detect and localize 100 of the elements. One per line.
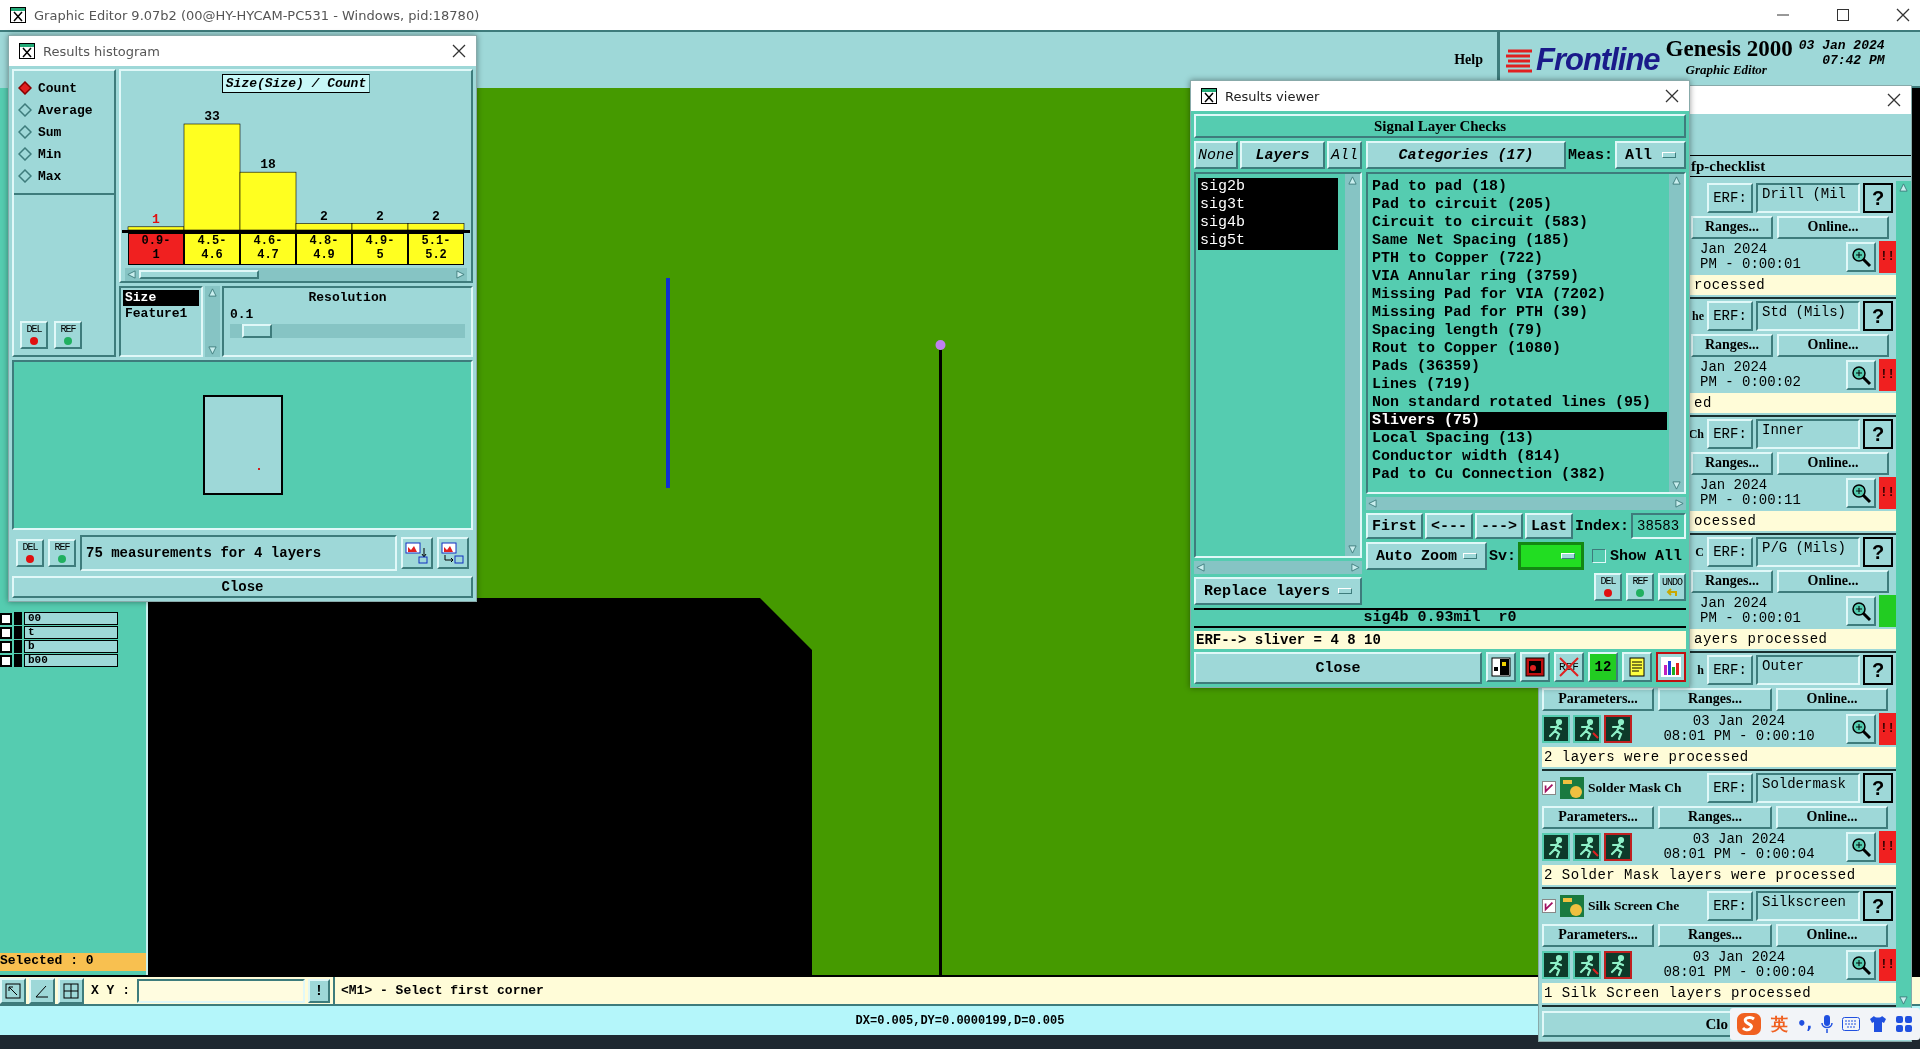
categories-header[interactable]: Categories (17) xyxy=(1366,141,1566,169)
zoom-mode-dropdown[interactable]: Auto Zoom xyxy=(1366,542,1487,570)
erf-field[interactable]: Silkscreen xyxy=(1756,891,1860,922)
check-button[interactable]: Online... xyxy=(1776,687,1888,711)
runner-icon[interactable] xyxy=(1542,951,1570,979)
layer-checkbox[interactable] xyxy=(0,626,12,639)
category-item[interactable]: Same Net Spacing (185) xyxy=(1370,232,1667,250)
layer-name[interactable]: t xyxy=(24,626,118,639)
nav-button[interactable]: Last xyxy=(1525,513,1574,539)
scrollbar[interactable] xyxy=(1194,561,1362,574)
category-item[interactable]: Pad to circuit (205) xyxy=(1370,196,1667,214)
layer-item[interactable]: sig5t xyxy=(1198,232,1338,250)
nav-button[interactable]: <--- xyxy=(1425,513,1474,539)
category-item[interactable]: Rout to Copper (1080) xyxy=(1370,340,1667,358)
check-button[interactable]: Ranges... xyxy=(1691,569,1773,593)
scrollbar[interactable] xyxy=(205,286,220,357)
diamond-radio-icon[interactable] xyxy=(18,103,32,117)
runner-icon[interactable] xyxy=(1604,951,1632,979)
radio-option[interactable]: Min xyxy=(18,143,110,165)
checkbox[interactable] xyxy=(1542,781,1556,796)
layer-item[interactable]: sig4b xyxy=(1198,214,1338,232)
keyboard-icon[interactable] xyxy=(1842,1017,1861,1031)
check-button[interactable]: Parameters... xyxy=(1542,687,1654,711)
histogram-button[interactable] xyxy=(1656,652,1686,682)
check-button[interactable]: Ranges... xyxy=(1658,687,1772,711)
angle-icon[interactable] xyxy=(29,977,55,1004)
category-item[interactable]: Conductor width (814) xyxy=(1370,448,1667,466)
menu-item[interactable]: Help xyxy=(1454,52,1483,68)
erf-button[interactable]: ERF: xyxy=(1707,773,1753,804)
check-button[interactable]: Online... xyxy=(1777,451,1889,475)
runner-icon[interactable] xyxy=(1604,833,1632,861)
erf-button[interactable]: ERF: xyxy=(1707,419,1753,450)
erf-field[interactable]: Outer xyxy=(1756,655,1860,686)
close-icon[interactable] xyxy=(452,44,466,58)
help-button[interactable]: ? xyxy=(1863,773,1893,804)
zoom-in-icon[interactable] xyxy=(1846,714,1876,744)
check-button[interactable]: Online... xyxy=(1777,569,1889,593)
maximize-icon[interactable] xyxy=(1836,8,1850,22)
check-button[interactable]: Online... xyxy=(1776,805,1888,829)
bin-label[interactable]: 4.5- 4.6 xyxy=(184,233,240,265)
report-icon[interactable] xyxy=(1622,652,1652,682)
layer-item[interactable]: sig3t xyxy=(1198,196,1338,214)
layer-name[interactable]: b00 xyxy=(24,654,118,667)
check-button[interactable]: Online... xyxy=(1777,333,1889,357)
scrollbar[interactable] xyxy=(1366,497,1686,510)
alert-button[interactable]: ! xyxy=(308,978,330,1003)
layer-checkbox[interactable] xyxy=(0,612,12,625)
help-button[interactable]: ? xyxy=(1863,183,1893,214)
diamond-radio-icon[interactable] xyxy=(18,147,32,161)
refresh-button[interactable]: REF xyxy=(54,321,82,349)
close-button[interactable]: Close xyxy=(12,576,473,598)
category-item[interactable]: Pad to pad (18) xyxy=(1370,178,1667,196)
checkbox[interactable] xyxy=(1542,899,1556,914)
scrollbar[interactable] xyxy=(125,268,467,281)
help-button[interactable]: ? xyxy=(1863,655,1893,686)
category-item[interactable]: PTH to Copper (722) xyxy=(1370,250,1667,268)
refresh-button[interactable]: REF xyxy=(1626,573,1654,601)
scroll-arrow-icon[interactable] xyxy=(456,270,465,279)
delete-button[interactable]: DEL xyxy=(16,539,44,567)
help-button[interactable]: ? xyxy=(1863,891,1893,922)
meas-dropdown[interactable]: All xyxy=(1615,141,1686,169)
nav-button[interactable]: ---> xyxy=(1475,513,1524,539)
marker-icon[interactable] xyxy=(1520,652,1550,682)
runner-icon[interactable] xyxy=(1573,951,1601,979)
resize-icon[interactable] xyxy=(0,977,26,1004)
erf-field[interactable]: Drill (Mil xyxy=(1756,183,1860,214)
close-button[interactable]: Close xyxy=(1194,652,1482,684)
diamond-radio-icon[interactable] xyxy=(18,125,32,139)
scroll-arrow-icon[interactable] xyxy=(1672,176,1681,185)
bin-label[interactable]: 5.1- 5.2 xyxy=(408,233,464,265)
close-icon[interactable] xyxy=(1665,89,1679,103)
radio-option[interactable]: Count xyxy=(18,77,110,99)
layer-filter-button[interactable]: All xyxy=(1327,141,1362,169)
replace-layers-dropdown[interactable]: Replace layers xyxy=(1194,577,1362,605)
field-item[interactable]: Feature1 xyxy=(123,306,199,322)
scrollbar-thumb[interactable] xyxy=(139,270,259,279)
punctuation-toggle[interactable]: •, xyxy=(1797,1015,1813,1033)
runner-icon[interactable] xyxy=(1604,715,1632,743)
layer-item[interactable]: sig2b xyxy=(1198,178,1338,196)
field-item[interactable]: Size xyxy=(123,290,199,306)
bin-label[interactable]: 0.9- 1 xyxy=(128,233,184,265)
show-all-checkbox[interactable] xyxy=(1592,549,1607,563)
category-item[interactable]: Slivers (75) xyxy=(1370,412,1667,430)
category-item[interactable]: Missing Pad for PTH (39) xyxy=(1370,304,1667,322)
help-button[interactable]: ? xyxy=(1863,537,1893,568)
check-button[interactable]: Ranges... xyxy=(1691,215,1773,239)
check-button[interactable]: Online... xyxy=(1777,215,1889,239)
undo-button[interactable]: UNDO xyxy=(1658,573,1686,601)
scroll-arrow-icon[interactable] xyxy=(1348,176,1357,185)
scroll-arrow-icon[interactable] xyxy=(1899,996,1908,1005)
erf-button[interactable]: ERF: xyxy=(1707,183,1753,214)
close-icon[interactable] xyxy=(1896,8,1910,22)
scroll-arrow-icon[interactable] xyxy=(208,346,217,355)
nav-button[interactable]: First xyxy=(1366,513,1423,539)
help-button[interactable]: ? xyxy=(1863,419,1893,450)
runner-icon[interactable] xyxy=(1542,715,1570,743)
check-button[interactable]: Ranges... xyxy=(1658,805,1772,829)
erf-field[interactable]: Soldermask xyxy=(1756,773,1860,804)
category-item[interactable]: Circuit to circuit (583) xyxy=(1370,214,1667,232)
scrollbar[interactable] xyxy=(1669,174,1684,492)
